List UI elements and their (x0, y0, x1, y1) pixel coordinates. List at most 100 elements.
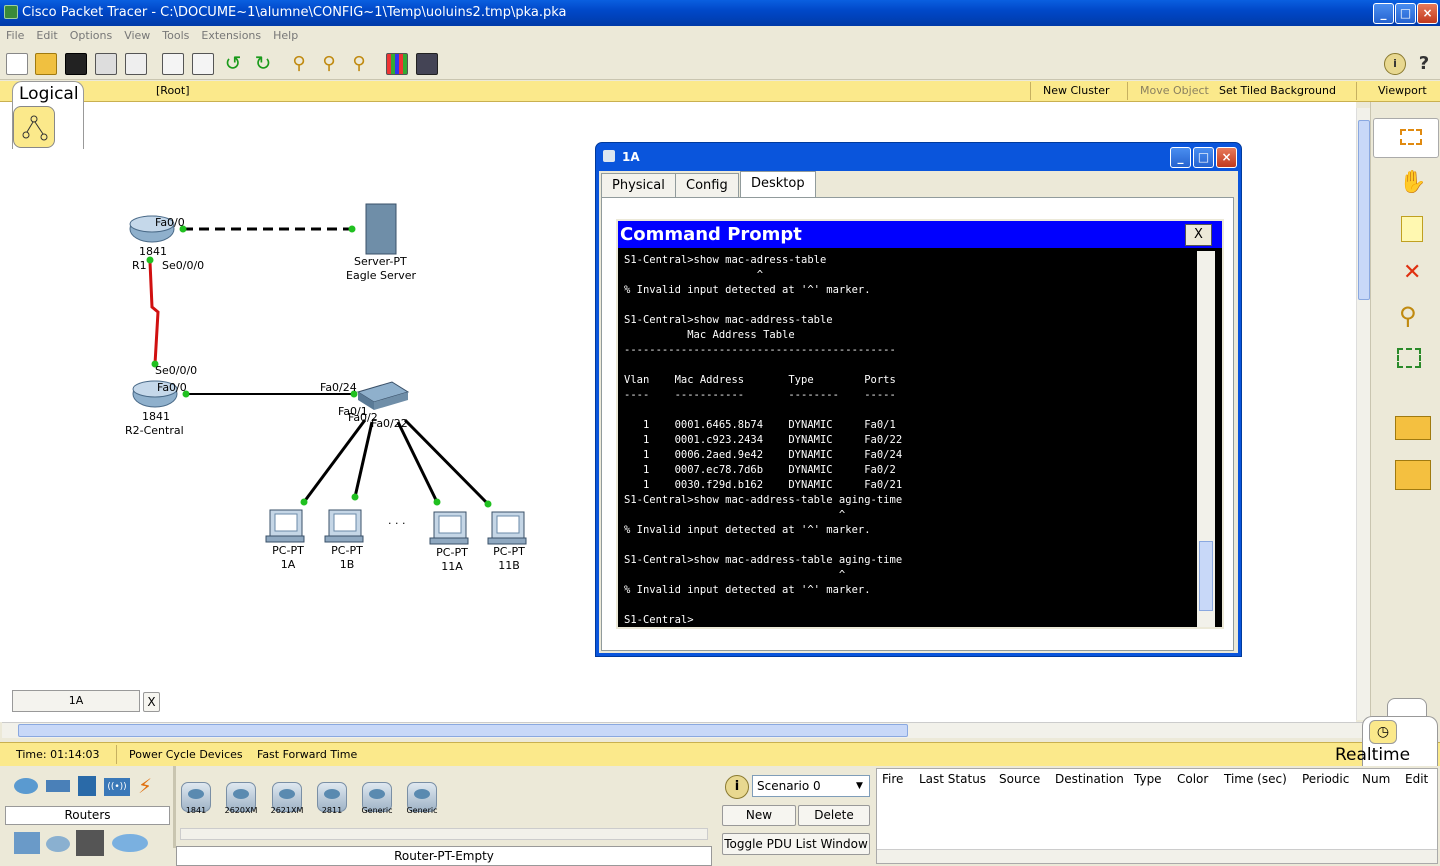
column-header: Source (999, 772, 1041, 786)
inspect-icon[interactable]: ⚲ (1399, 302, 1417, 330)
scroll-thumb[interactable] (1358, 120, 1370, 300)
paste-icon[interactable] (192, 53, 214, 75)
device-model: PC-PT (272, 544, 304, 557)
select-tool[interactable] (1373, 118, 1439, 158)
divider (1127, 82, 1128, 100)
scroll-thumb[interactable] (18, 724, 908, 737)
hubs-category-icon[interactable] (78, 776, 96, 796)
pc-11a-icon[interactable] (429, 511, 469, 545)
terminal-output[interactable]: S1-Central>show mac-adress-table ^ % Inv… (624, 253, 1194, 625)
add-complex-pdu-icon[interactable] (1395, 460, 1431, 490)
port-label: Se0/0/0 (155, 364, 198, 377)
tab-desktop[interactable]: Desktop (740, 171, 816, 197)
viewport-button[interactable]: Viewport (1378, 84, 1427, 97)
selected-device-field[interactable]: 1A (12, 690, 140, 712)
bottom-panel: ((•)) ⚡ Routers 1841 2620XM 2621XM 2811 … (0, 766, 1440, 866)
maximize-button[interactable]: □ (1395, 3, 1416, 24)
power-cycle-button[interactable]: Power Cycle Devices (129, 748, 243, 761)
toggle-pdu-list-button[interactable]: Toggle PDU List Window (722, 833, 870, 855)
column-header: Edit (1405, 772, 1429, 786)
port-label: Fa0/24 (320, 381, 357, 394)
new-scenario-button[interactable]: New (722, 805, 796, 826)
menu-edit[interactable]: Edit (30, 26, 63, 45)
redo-icon[interactable]: ↻ (252, 53, 274, 75)
dialog-maximize-button[interactable]: □ (1193, 147, 1214, 168)
close-button[interactable]: × (1417, 3, 1438, 24)
canvas-vertical-scrollbar[interactable] (1356, 108, 1370, 720)
routers-category-icon[interactable] (14, 778, 38, 794)
device-model: 1841 (142, 410, 170, 423)
pdu-list-scrollbar[interactable] (877, 849, 1437, 863)
scroll-thumb[interactable] (1199, 541, 1213, 611)
fast-forward-button[interactable]: Fast Forward Time (257, 748, 357, 761)
serial-link-r1-r2 (148, 261, 160, 365)
move-object-button[interactable]: Move Object (1140, 84, 1209, 97)
minimize-button[interactable]: _ (1373, 3, 1394, 24)
print-icon[interactable] (95, 53, 117, 75)
save-icon[interactable] (65, 53, 87, 75)
tab-config[interactable]: Config (675, 173, 739, 197)
new-cluster-button[interactable]: New Cluster (1043, 84, 1110, 97)
menu-help[interactable]: Help (267, 26, 304, 45)
models-scrollbar[interactable] (180, 828, 708, 840)
resize-shape-icon[interactable] (1397, 348, 1421, 368)
canvas-horizontal-scrollbar[interactable] (2, 722, 1368, 738)
workspace-bar: [Root] New Cluster Move Object Set Tiled… (0, 81, 1440, 102)
dialog-close-button[interactable]: × (1216, 147, 1237, 168)
set-tiled-background-button[interactable]: Set Tiled Background (1219, 84, 1336, 97)
multiuser-category-icon[interactable] (112, 834, 148, 852)
tab-physical[interactable]: Physical (601, 173, 676, 197)
switches-category-icon[interactable] (46, 780, 70, 792)
add-simple-pdu-icon[interactable] (1395, 416, 1431, 440)
open-folder-icon[interactable] (35, 53, 57, 75)
close-selected-button[interactable]: X (143, 692, 160, 712)
scenario-select[interactable]: Scenario 0 ▼ (752, 775, 870, 797)
menu-bar: File Edit Options View Tools Extensions Help (0, 26, 1440, 46)
router-model-label: 2621XM (270, 806, 304, 815)
undo-icon[interactable]: ↺ (222, 53, 244, 75)
dialog-minimize-button[interactable]: _ (1170, 147, 1191, 168)
pc-icon (603, 150, 615, 162)
server-icon[interactable] (365, 203, 397, 255)
menu-view[interactable]: View (118, 26, 156, 45)
dialog-title: 1A (622, 150, 640, 164)
pc-1b-icon[interactable] (324, 509, 364, 543)
note-icon[interactable] (1401, 216, 1423, 242)
new-file-icon[interactable] (6, 53, 28, 75)
terminal-scrollbar[interactable] (1197, 251, 1215, 627)
pc-1a-icon[interactable] (265, 509, 305, 543)
time-bar: Time: 01:14:03 Power Cycle Devices Fast … (0, 716, 1440, 768)
title-bar: Cisco Packet Tracer - C:\DOCUME~1\alumne… (0, 0, 1440, 26)
help-icon[interactable]: ? (1413, 53, 1435, 75)
custom-devices-category-icon[interactable] (76, 830, 104, 856)
scenario-info-icon[interactable]: i (725, 775, 749, 799)
divider (1030, 82, 1031, 100)
root-breadcrumb[interactable]: [Root] (156, 84, 190, 97)
realtime-tab[interactable]: ◷ Realtime (1335, 716, 1438, 768)
menu-options[interactable]: Options (64, 26, 118, 45)
end-devices-category-icon[interactable] (14, 832, 40, 854)
pc-11b-icon[interactable] (487, 511, 527, 545)
menu-tools[interactable]: Tools (156, 26, 195, 45)
menu-extensions[interactable]: Extensions (195, 26, 267, 45)
logical-tab[interactable]: Logical (12, 81, 84, 149)
info-icon[interactable]: i (1384, 53, 1406, 75)
copy-icon[interactable] (162, 53, 184, 75)
activity-wizard-icon[interactable] (125, 53, 147, 75)
custom-device-icon[interactable] (416, 53, 438, 75)
command-prompt-close-button[interactable]: X (1185, 224, 1212, 246)
wireless-category-icon[interactable]: ((•)) (104, 778, 130, 796)
router-model-label: 1841 (185, 806, 207, 815)
palette-icon[interactable] (386, 53, 408, 75)
menu-file[interactable]: File (0, 26, 30, 45)
zoom-out-icon[interactable]: ⚲ (348, 53, 370, 75)
connections-category-icon[interactable]: ⚡ (138, 774, 152, 798)
zoom-reset-icon[interactable]: ⚲ (318, 53, 340, 75)
wan-emulation-category-icon[interactable] (46, 836, 70, 852)
zoom-in-icon[interactable]: ⚲ (288, 53, 310, 75)
column-header: Time (sec) (1224, 772, 1287, 786)
delete-icon[interactable]: ✕ (1403, 260, 1421, 285)
move-layout-icon[interactable]: ✋ (1399, 170, 1426, 196)
delete-scenario-button[interactable]: Delete (798, 805, 870, 826)
column-header: Fire (882, 772, 904, 786)
